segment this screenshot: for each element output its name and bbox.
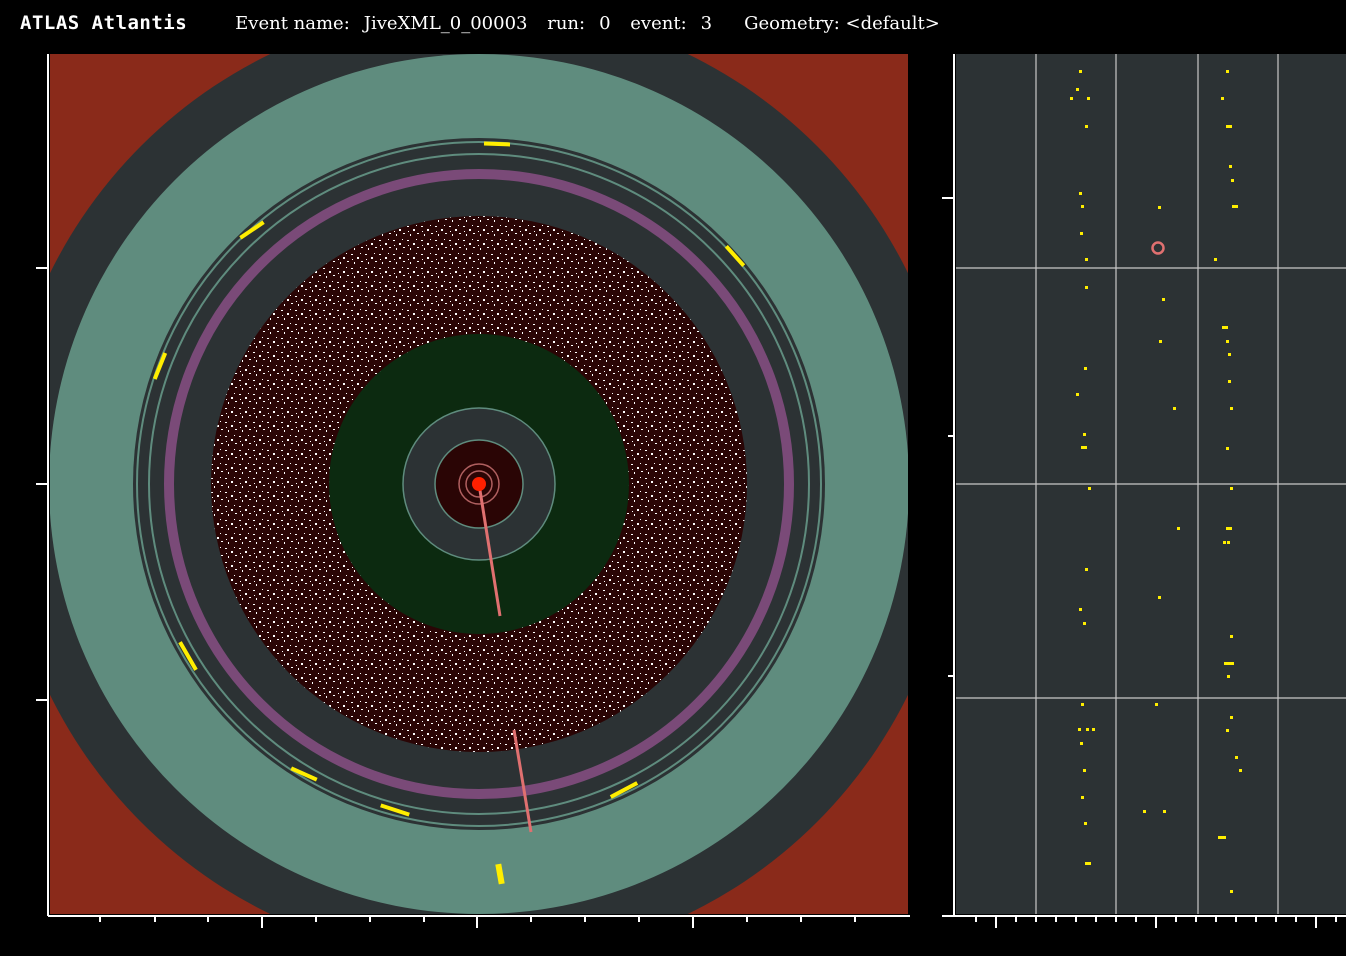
event-value: 3 (700, 12, 713, 34)
xy-ytick-0: 2 (19, 263, 37, 273)
geometry-label: Geometry: (744, 12, 840, 34)
app-name: ATLAS Atlantis (20, 12, 188, 34)
xy-y-axis-label: Y (m) (21, 441, 37, 480)
lego-xtick-0: -4 (989, 933, 1004, 951)
lego-ytick-0: 300 (924, 184, 942, 213)
primary-vertex (472, 477, 486, 491)
event-name: JiveXML_0_00003 (363, 12, 528, 34)
xy-view[interactable]: -2 0 2 X (m) 2 0 -2 Y (m) (8, 48, 910, 954)
lego-y-axis-label: Φ ° (926, 617, 942, 639)
run-value: 0 (599, 12, 611, 34)
lego-x-axis-label: η (1231, 932, 1241, 951)
lego-xtick-1: 0 (1151, 933, 1161, 951)
xy-ytick-2: -2 (19, 693, 37, 708)
xy-ytick-1: 0 (19, 479, 37, 489)
xy-xtick-1: 0 (472, 933, 482, 951)
event-name-label: Event name: (235, 12, 350, 34)
lego-ytick-1: 0 (924, 911, 942, 921)
run-label: run: (547, 12, 586, 34)
geometry-value: <default> (845, 12, 940, 34)
event-label: event: (630, 12, 687, 34)
lego-xtick-2: 4 (1311, 933, 1321, 951)
eta-phi-view[interactable]: -4 0 4 η 300 0 Φ ° (914, 48, 1346, 954)
xy-x-axis-label: X (m) (580, 933, 621, 951)
title-bar: ATLAS Atlantis Event name: JiveXML_0_0000… (0, 0, 1346, 46)
geometry-info: Geometry: <default> (744, 13, 940, 34)
xy-xtick-2: 2 (688, 933, 698, 951)
event-info: Event name: JiveXML_0_00003 run: 0 event: 3 (235, 13, 726, 34)
xy-xtick-0: -2 (255, 933, 270, 951)
